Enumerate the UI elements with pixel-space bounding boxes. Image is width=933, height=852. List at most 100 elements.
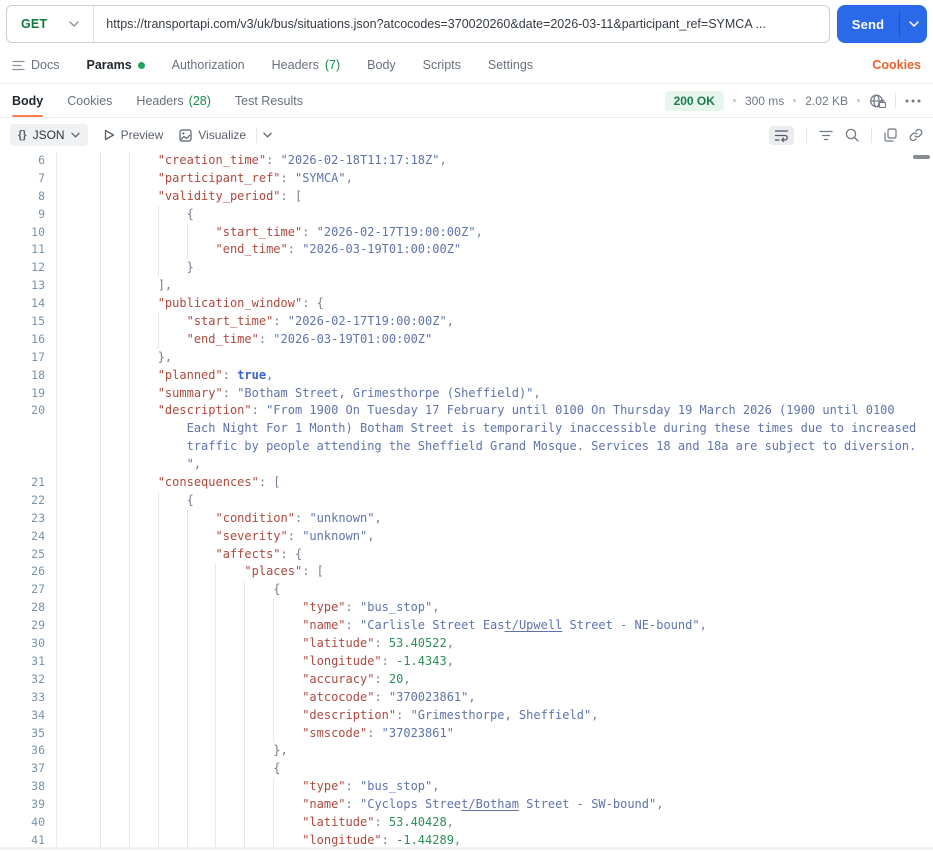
cookies-link[interactable]: Cookies [872,58,921,72]
code-content: }, [56,348,933,367]
token-s: "2026-02-17T19:00:00Z" [287,314,447,329]
indent-guide [157,724,159,743]
response-tab-headers[interactable]: Headers (28) [136,84,210,117]
token-p: { [186,206,194,221]
token-p: { [273,582,281,597]
visualize-button[interactable]: Visualize [179,127,272,143]
line-number: 33 [31,689,45,704]
indent-guide [215,796,217,814]
copy-icon[interactable] [884,128,897,142]
line-number: 9 [38,206,45,221]
code-line: 21 "consequences": [ [0,474,933,492]
scrollbar-thumb[interactable] [913,155,930,159]
code-content: "type": "bus_stop", [56,599,933,618]
wrap-text-button[interactable] [769,125,794,145]
indent-guide [215,688,217,707]
send-button-label[interactable]: Send [837,5,899,43]
indent-guide [99,563,101,582]
response-size[interactable]: 2.02 KB [805,94,848,108]
method-chevron-down-icon[interactable] [69,21,79,27]
indent-guide [99,295,101,314]
code-content: "description": "Grimesthorpe, Sheffield"… [56,706,933,725]
send-options-chevron-icon[interactable] [900,5,927,43]
token-s: "bus_stop" [360,779,433,794]
code-line: 23 "condition": "unknown", [0,509,933,528]
format-selector[interactable]: {} JSON [10,124,88,146]
line-number: 39 [31,797,45,812]
status-badge[interactable]: 200 OK [664,90,724,111]
indent-guide [99,813,101,832]
indent-guide [273,796,275,814]
code-content: "atcocode": "370023861", [56,688,933,707]
token-p: , [446,314,454,329]
token-s: "2026-03-19T01:00:00Z" [273,331,433,346]
line-number: 40 [31,814,45,829]
line-number [0,438,56,456]
code-content: } [56,259,933,278]
url-input[interactable]: https://transportapi.com/v3/uk/bus/situa… [94,17,829,31]
response-time[interactable]: 300 ms [745,94,784,108]
indent-guide [244,635,246,653]
network-globe-lock-icon[interactable] [869,93,886,109]
tab-authorization[interactable]: Authorization [172,58,245,72]
indent-guide [128,617,130,636]
tab-settings[interactable]: Settings [488,58,533,72]
indent-guide [186,223,188,242]
indent-guide [157,813,159,832]
indent-guide [215,670,217,689]
indent-guide [128,670,130,689]
code-line: 26 "places": [ [0,563,933,582]
indent-guide [186,545,188,564]
indent-guide [157,599,159,618]
code-content: "latitude": 53.40428, [56,813,933,832]
token-s: "Cyclops Stree [360,797,462,812]
horizontal-scrollbar-track[interactable] [0,847,933,850]
code-line: 20 "description": "From 1900 On Tuesday … [0,402,933,421]
token-p: , [367,528,375,543]
tab-headers[interactable]: Headers (7) [272,58,341,72]
response-options-icon[interactable] [905,99,921,103]
filter-icon[interactable] [819,130,833,141]
token-s: "370023861" [388,689,469,704]
tab-scripts[interactable]: Scripts [423,58,461,72]
method-selector[interactable]: GET [7,17,47,31]
meta-separator-dot [793,99,797,102]
send-button[interactable]: Send [837,5,927,43]
indent-guide [128,456,130,475]
indent-guide [99,760,101,779]
token-p: : [381,653,397,668]
indent-guide [128,205,130,224]
token-p: : [280,170,295,185]
code-line: 7 "participant_ref": "SYMCA", [0,169,933,188]
token-k: "consequences" [157,475,259,490]
code-content: "creation_time": "2026-02-18T11:17:18Z", [56,152,933,170]
token-p: : [396,707,411,722]
indent-guide [128,438,130,457]
preview-button-label: Preview [120,128,164,142]
response-tab-test-results[interactable]: Test Results [235,84,303,117]
tab-params[interactable]: Params [86,58,145,72]
search-icon[interactable] [845,128,859,142]
response-tab-cookies[interactable]: Cookies [67,84,112,117]
tab-docs[interactable]: Docs [12,58,59,72]
headers-count: (7) [324,58,341,72]
indent-guide [157,330,159,349]
indent-guide [128,742,130,761]
indent-guide [128,152,130,170]
link-icon[interactable] [909,128,923,142]
tab-body[interactable]: Body [367,58,396,72]
token-p: , [468,689,476,704]
indent-guide [273,617,275,636]
line-number: 30 [31,636,45,651]
indent-guide [99,635,101,653]
preview-button[interactable]: Preview [104,128,164,142]
indent-guide [273,706,275,725]
indent-guide [273,635,275,653]
indent-guide [186,599,188,618]
response-tab-body[interactable]: Body [12,84,44,117]
indent-guide [99,187,101,206]
indent-guide [99,313,101,331]
indent-guide [99,366,101,385]
token-p: } [186,260,194,275]
line-number: 29 [31,618,45,633]
